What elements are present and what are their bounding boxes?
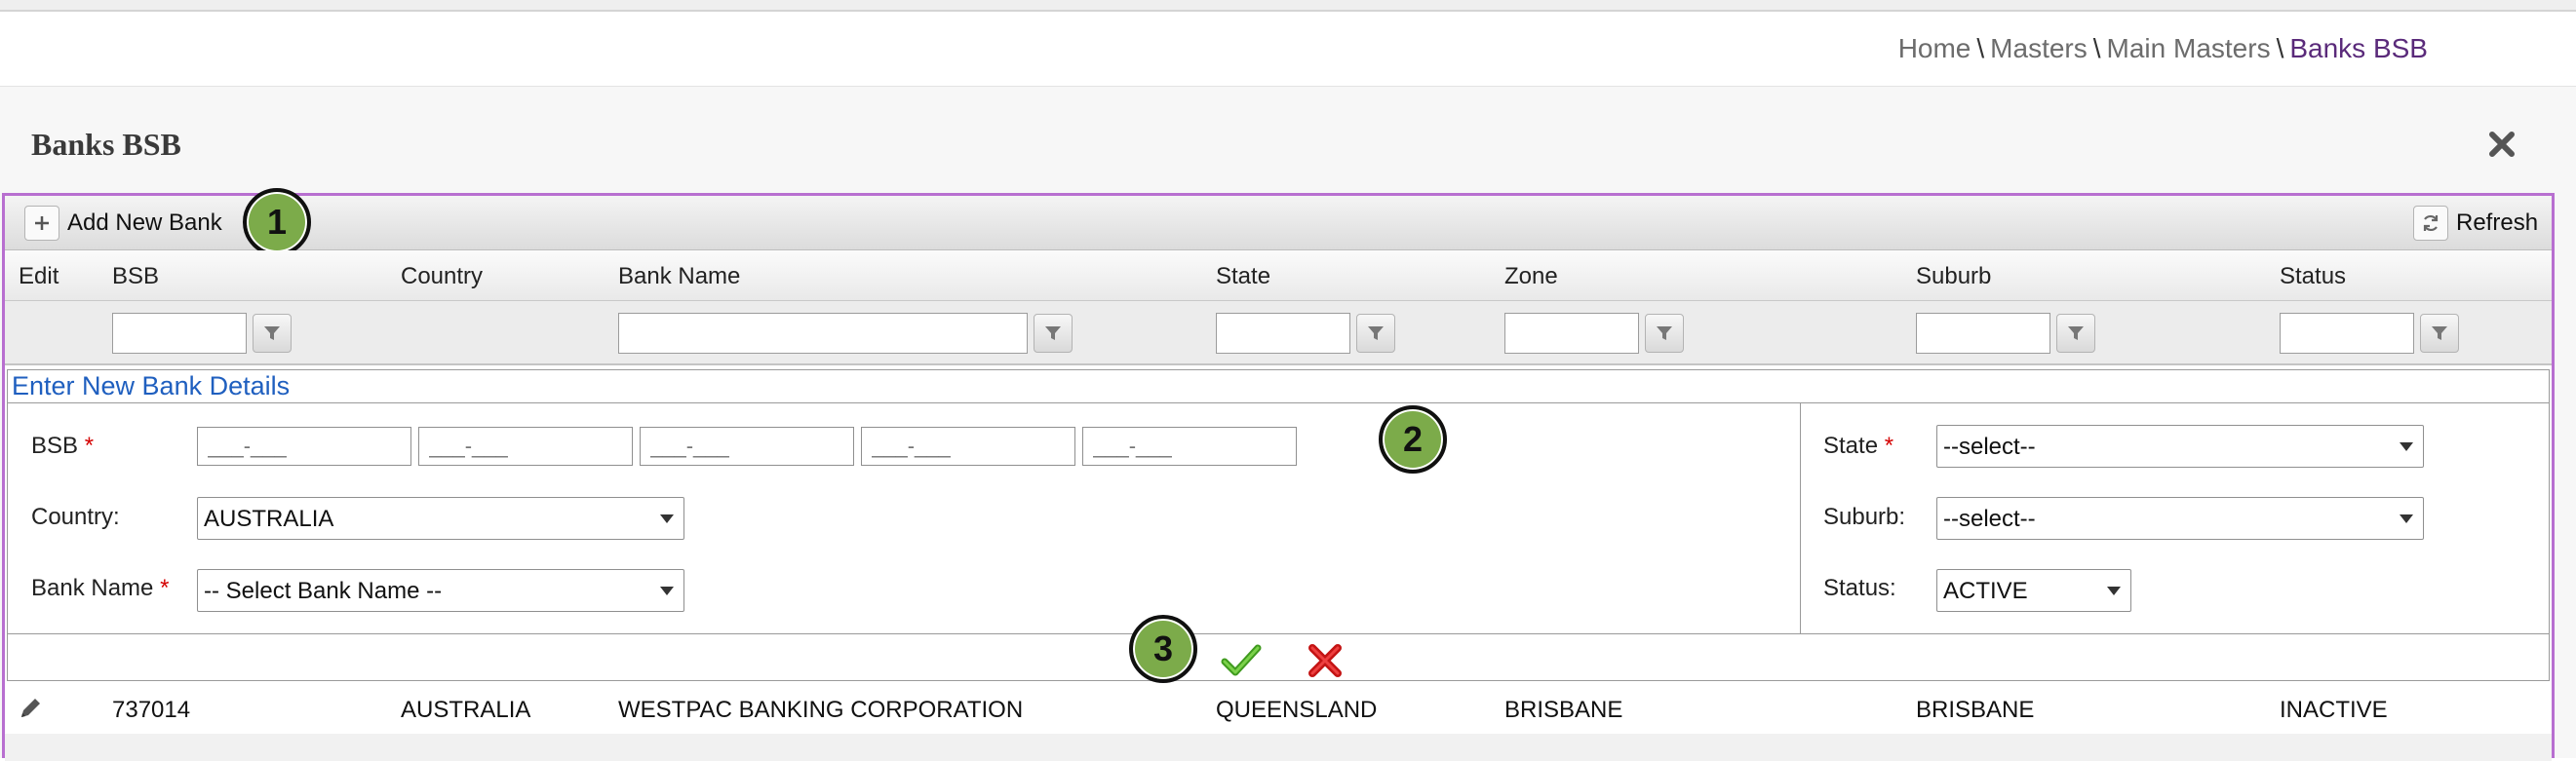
column-header-bank-name[interactable]: Bank Name bbox=[618, 263, 740, 290]
save-checkmark-icon[interactable] bbox=[1221, 642, 1262, 677]
filter-icon[interactable] bbox=[1645, 314, 1684, 353]
breadcrumb-current: Banks BSB bbox=[2289, 33, 2428, 63]
cell-bsb: 737014 bbox=[112, 697, 191, 723]
zone-filter-input[interactable] bbox=[1504, 313, 1639, 354]
suburb-filter-input[interactable] bbox=[1916, 313, 2050, 354]
column-header-state[interactable]: State bbox=[1216, 263, 1270, 290]
breadcrumb: Home \ Masters \ Main Masters \ Banks BSB bbox=[1897, 33, 2428, 63]
bank-name-select[interactable]: -- Select Bank Name -- bbox=[197, 569, 684, 612]
status-filter-input[interactable] bbox=[2280, 313, 2414, 354]
breadcrumb-main-masters[interactable]: Main Masters bbox=[2107, 33, 2271, 63]
pencil-icon[interactable] bbox=[17, 695, 44, 722]
bsb-input-4[interactable] bbox=[861, 427, 1075, 466]
filter-icon[interactable] bbox=[2056, 314, 2095, 353]
chevron-down-icon bbox=[2400, 442, 2413, 451]
cell-status: INACTIVE bbox=[2280, 697, 2388, 723]
page-title: Banks BSB bbox=[31, 127, 181, 162]
state-label: State * bbox=[1823, 433, 1894, 459]
chevron-down-icon bbox=[660, 514, 674, 523]
filter-icon[interactable] bbox=[253, 314, 292, 353]
chevron-down-icon bbox=[2107, 587, 2121, 595]
filter-icon[interactable] bbox=[1034, 314, 1073, 353]
grid-toolbar: Add New Bank Refresh 1 bbox=[5, 188, 2552, 256]
bsb-label: BSB * bbox=[31, 433, 95, 459]
form-header: Enter New Bank Details bbox=[8, 370, 2549, 403]
suburb-select[interactable]: --select-- bbox=[1936, 497, 2424, 540]
chevron-down-icon bbox=[2400, 514, 2413, 523]
breadcrumb-home[interactable]: Home bbox=[1898, 33, 1971, 63]
bank-name-label: Bank Name * bbox=[31, 575, 170, 601]
column-header-status[interactable]: Status bbox=[2280, 263, 2346, 290]
status-label: Status: bbox=[1823, 575, 1896, 601]
grid-header-row: Edit BSB Country Bank Name State Zone Su… bbox=[5, 250, 2552, 301]
form-header-title: Enter New Bank Details bbox=[12, 371, 291, 400]
callout-badge-1: 1 bbox=[243, 188, 311, 256]
add-new-bank-button[interactable]: Add New Bank bbox=[24, 206, 222, 241]
refresh-icon bbox=[2413, 206, 2448, 241]
suburb-label: Suburb: bbox=[1823, 504, 1906, 530]
bsb-input-5[interactable] bbox=[1082, 427, 1297, 466]
column-header-suburb[interactable]: Suburb bbox=[1916, 263, 1991, 290]
cell-state: QUEENSLAND bbox=[1216, 697, 1378, 723]
filter-icon[interactable] bbox=[1356, 314, 1395, 353]
column-header-bsb[interactable]: BSB bbox=[112, 263, 159, 290]
close-icon[interactable] bbox=[2484, 127, 2519, 162]
bank-name-filter-input[interactable] bbox=[618, 313, 1028, 354]
filter-icon[interactable] bbox=[2420, 314, 2459, 353]
callout-badge-2: 2 bbox=[1379, 405, 1447, 474]
cell-bank-name: WESTPAC BANKING CORPORATION bbox=[618, 697, 1024, 723]
table-row[interactable] bbox=[5, 734, 2552, 761]
cell-suburb: BRISBANE bbox=[1916, 697, 2035, 723]
refresh-button[interactable]: Refresh bbox=[2413, 206, 2538, 241]
new-bank-form: Enter New Bank Details BSB * 2 Country: … bbox=[7, 369, 2550, 683]
column-header-edit: Edit bbox=[19, 263, 59, 289]
plus-icon bbox=[24, 206, 59, 241]
country-select[interactable]: AUSTRALIA bbox=[197, 497, 684, 540]
column-header-zone[interactable]: Zone bbox=[1504, 263, 1558, 290]
callout-badge-3: 3 bbox=[1129, 615, 1197, 683]
cancel-x-icon[interactable] bbox=[1307, 642, 1344, 679]
state-select[interactable]: --select-- bbox=[1936, 425, 2424, 468]
cell-country: AUSTRALIA bbox=[401, 697, 531, 723]
table-row[interactable]: 737014 AUSTRALIA WESTPAC BANKING CORPORA… bbox=[5, 685, 2552, 734]
bsb-input-3[interactable] bbox=[640, 427, 854, 466]
form-action-row: 3 bbox=[8, 615, 2549, 683]
breadcrumb-masters[interactable]: Masters bbox=[1990, 33, 2088, 63]
status-select[interactable]: ACTIVE bbox=[1936, 569, 2131, 612]
top-bar bbox=[0, 0, 2576, 12]
form-divider bbox=[1800, 403, 1801, 633]
filter-row bbox=[5, 301, 2552, 365]
country-label: Country: bbox=[31, 504, 120, 530]
state-filter-input[interactable] bbox=[1216, 313, 1350, 354]
bsb-input-2[interactable] bbox=[418, 427, 633, 466]
cell-zone: BRISBANE bbox=[1504, 697, 1623, 723]
column-header-country[interactable]: Country bbox=[401, 263, 483, 290]
chevron-down-icon bbox=[660, 587, 674, 595]
bsb-input-1[interactable] bbox=[197, 427, 411, 466]
banks-grid: Add New Bank Refresh 1 Edit BSB Country … bbox=[2, 188, 2555, 761]
bsb-filter-input[interactable] bbox=[112, 313, 247, 354]
